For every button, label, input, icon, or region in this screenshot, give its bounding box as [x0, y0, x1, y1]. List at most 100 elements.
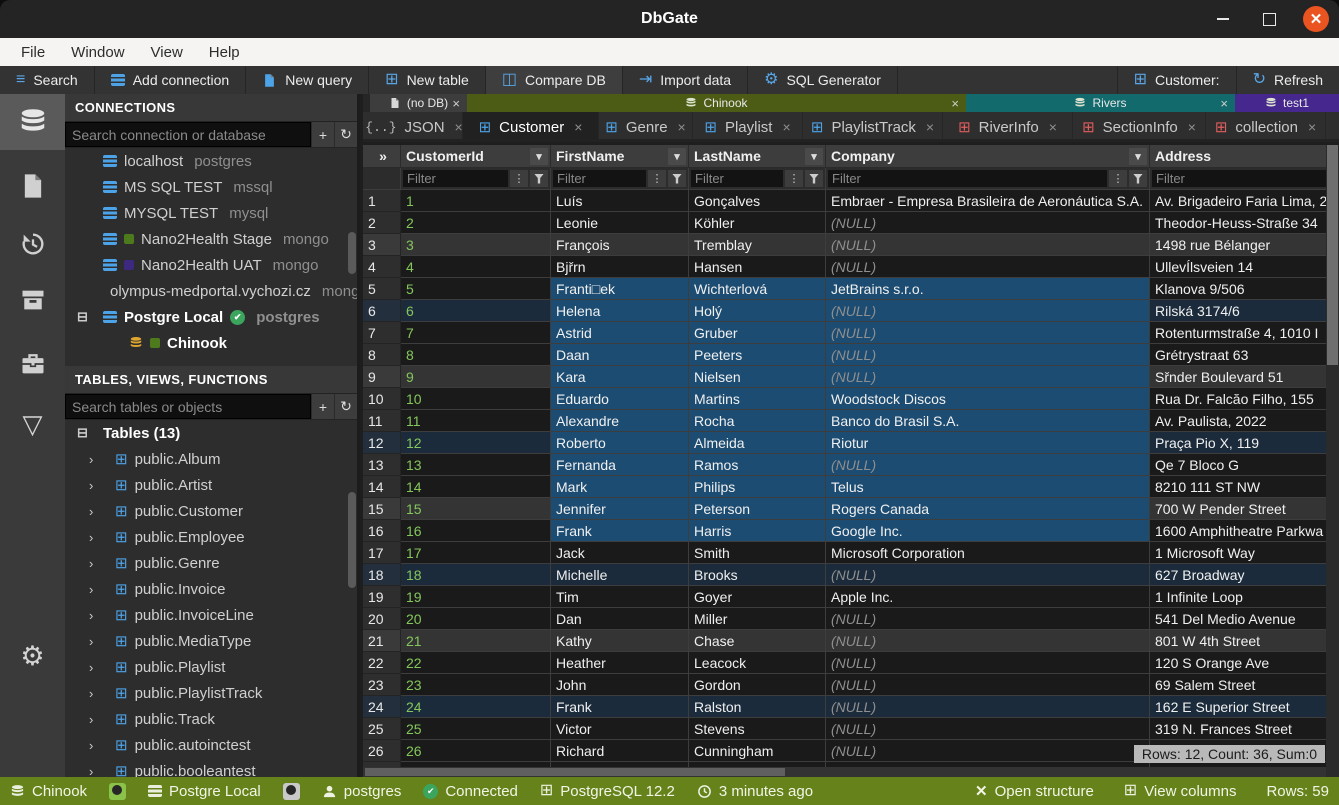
table-item-public-invoice[interactable]: ›⊞public.Invoice: [65, 576, 357, 602]
grid-cell[interactable]: 1 Infinite Loop: [1150, 586, 1326, 608]
grid-cell[interactable]: 627 Broadway: [1150, 564, 1326, 586]
grid-cell[interactable]: Michelle: [551, 564, 689, 586]
table-item-public-employee[interactable]: ›⊞public.Employee: [65, 524, 357, 550]
filter-funnel-icon[interactable]: [530, 170, 548, 187]
grid-cell[interactable]: (NULL): [826, 608, 1150, 630]
status-chinook[interactable]: Chinook: [10, 783, 87, 800]
grid-cell[interactable]: Leonie: [551, 212, 689, 234]
row-number[interactable]: 14: [363, 476, 401, 498]
grid-cell[interactable]: Fernanda: [551, 454, 689, 476]
grid-cell[interactable]: 162 E Superior Street: [1150, 696, 1326, 718]
grid-cell[interactable]: Almeida: [689, 432, 826, 454]
tables-group[interactable]: ⊟Tables (13): [65, 420, 357, 446]
connections-search-input[interactable]: Search connection or database: [65, 122, 311, 147]
collapse-icon[interactable]: ⊟: [77, 425, 88, 441]
row-number[interactable]: 1: [363, 190, 401, 212]
status-rows-59[interactable]: Rows: 59: [1266, 782, 1329, 800]
toolbar-button-add-connection[interactable]: Add connection: [95, 66, 247, 94]
grid-cell[interactable]: Mark: [551, 476, 689, 498]
table-item-public-artist[interactable]: ›⊞public.Artist: [65, 472, 357, 498]
chevron-right-icon[interactable]: ›: [89, 608, 93, 623]
table-item-public-customer[interactable]: ›⊞public.Customer: [65, 498, 357, 524]
tab-collection[interactable]: ⊞collection×: [1206, 112, 1326, 142]
grid-cell[interactable]: Kara: [551, 366, 689, 388]
grid-cell[interactable]: Richard: [551, 740, 689, 762]
tables-search-input[interactable]: Search tables or objects: [65, 394, 311, 419]
connection-item-nano2health-stage[interactable]: Nano2Health Stagemongo: [65, 226, 357, 252]
row-number[interactable]: 22: [363, 652, 401, 674]
grid-cell[interactable]: Victor: [551, 718, 689, 740]
horizontal-scrollbar[interactable]: [363, 767, 1326, 777]
grid-cell[interactable]: Goyer: [689, 586, 826, 608]
grid-cell[interactable]: Gonçalves: [689, 190, 826, 212]
tab-playlisttrack[interactable]: ⊞PlaylistTrack×: [803, 112, 943, 142]
grid-cell[interactable]: Miller: [689, 608, 826, 630]
grid-cell[interactable]: Av. Brigadeiro Faria Lima, 2: [1150, 190, 1326, 212]
row-number[interactable]: 9: [363, 366, 401, 388]
grid-cell[interactable]: 23: [401, 674, 551, 696]
minimize-button[interactable]: [1211, 7, 1235, 31]
chevron-down-icon[interactable]: ▾: [668, 148, 686, 165]
grid-cell[interactable]: 12: [401, 432, 551, 454]
status-connected[interactable]: ✔Connected: [423, 783, 518, 800]
sidebar-icon-archive[interactable]: [0, 272, 65, 328]
grid-cell[interactable]: Holý: [689, 300, 826, 322]
chevron-right-icon[interactable]: ›: [89, 452, 93, 467]
grid-cell[interactable]: Chase: [689, 630, 826, 652]
tables-refresh-button[interactable]: ↻: [334, 394, 357, 419]
chevron-right-icon[interactable]: ›: [89, 478, 93, 493]
toolbar-button-new-table[interactable]: ⊞New table: [369, 66, 486, 94]
close-icon[interactable]: ×: [452, 96, 460, 111]
grid-cell[interactable]: Helena: [551, 300, 689, 322]
table-item-public-genre[interactable]: ›⊞public.Genre: [65, 550, 357, 576]
chevron-down-icon[interactable]: ▾: [1129, 148, 1147, 165]
grid-cell[interactable]: Leacock: [689, 652, 826, 674]
chevron-right-icon[interactable]: ›: [89, 582, 93, 597]
database-group-tab-chinook[interactable]: Chinook×: [467, 94, 966, 112]
chevron-right-icon[interactable]: ›: [89, 530, 93, 545]
chevron-right-icon[interactable]: ›: [89, 660, 93, 675]
grid-cell[interactable]: (NULL): [826, 366, 1150, 388]
grid-cell[interactable]: Banco do Brasil S.A.: [826, 410, 1150, 432]
grid-cell[interactable]: (NULL): [826, 740, 1150, 762]
sidebar-icon-briefcase[interactable]: [0, 336, 65, 392]
grid-cell[interactable]: (NULL): [826, 674, 1150, 696]
grid-cell[interactable]: Nielsen: [689, 366, 826, 388]
toolbar-button-new-query[interactable]: New query: [246, 66, 369, 94]
chevron-right-icon[interactable]: ›: [89, 738, 93, 753]
filter-menu-icon[interactable]: ⋮: [510, 170, 528, 187]
grid-cell[interactable]: François: [551, 234, 689, 256]
grid-cell[interactable]: Telus: [826, 476, 1150, 498]
sidebar-icon-database[interactable]: [0, 94, 65, 150]
sidebar-icon-file[interactable]: [0, 158, 65, 214]
grid-cell[interactable]: Rotenturmstraße 4, 1010 I: [1150, 322, 1326, 344]
grid-cell[interactable]: (NULL): [826, 300, 1150, 322]
grid-cell[interactable]: Praça Pio X, 119: [1150, 432, 1326, 454]
grid-cell[interactable]: 24: [401, 696, 551, 718]
tab-json[interactable]: {..}JSON×: [366, 112, 463, 142]
grid-cell[interactable]: Google Inc.: [826, 520, 1150, 542]
grid-cell[interactable]: Rogers Canada: [826, 498, 1150, 520]
table-item-public-invoiceline[interactable]: ›⊞public.InvoiceLine: [65, 602, 357, 628]
grid-cell[interactable]: 1 Microsoft Way: [1150, 542, 1326, 564]
grid-cell[interactable]: (NULL): [826, 256, 1150, 278]
connection-item-chinook[interactable]: Chinook: [65, 330, 357, 356]
row-number[interactable]: 19: [363, 586, 401, 608]
close-button[interactable]: ✕: [1303, 6, 1329, 32]
row-number[interactable]: 6: [363, 300, 401, 322]
grid-cell[interactable]: 15: [401, 498, 551, 520]
connections-refresh-button[interactable]: ↻: [334, 122, 357, 147]
menu-file[interactable]: File: [10, 42, 56, 63]
grid-cell[interactable]: Rilská 3174/6: [1150, 300, 1326, 322]
grid-cell[interactable]: 1498 rue Bélanger: [1150, 234, 1326, 256]
grid-cell[interactable]: Gordon: [689, 674, 826, 696]
grid-cell[interactable]: (NULL): [826, 212, 1150, 234]
grid-cell[interactable]: Tim: [551, 586, 689, 608]
tab-customer[interactable]: ⊞Customer×: [463, 112, 599, 142]
table-item-public-album[interactable]: ›⊞public.Album: [65, 446, 357, 472]
grid-cell[interactable]: 120 S Orange Ave: [1150, 652, 1326, 674]
grid-cell[interactable]: Philips: [689, 476, 826, 498]
grid-cell[interactable]: Qe 7 Bloco G: [1150, 454, 1326, 476]
grid-cell[interactable]: 700 W Pender Street: [1150, 498, 1326, 520]
close-icon[interactable]: ×: [951, 96, 959, 111]
